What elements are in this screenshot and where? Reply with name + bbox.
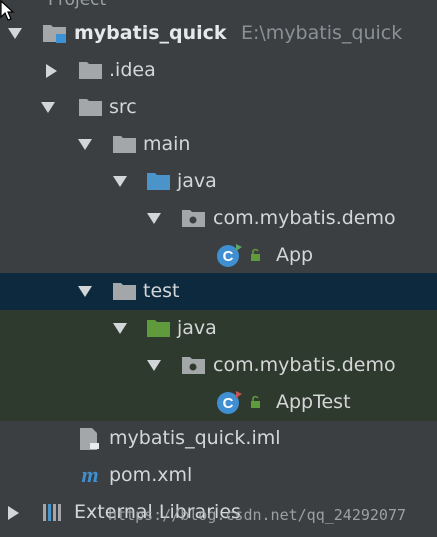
tree-row-iml[interactable]: mybatis_quick.iml bbox=[0, 420, 437, 457]
folder-icon bbox=[113, 136, 136, 153]
tree-label-root: mybatis_quick bbox=[74, 22, 227, 44]
tree-label-idea: .idea bbox=[109, 59, 156, 81]
tree-row-main-package[interactable]: com.mybatis.demo bbox=[0, 200, 437, 237]
tree-row-app[interactable]: C App bbox=[0, 237, 437, 274]
expand-arrow-icon[interactable] bbox=[8, 28, 22, 39]
watermark-text: https://blog.csdn.net/qq_24292077 bbox=[108, 506, 407, 524]
module-icon bbox=[43, 25, 66, 43]
tree-row-root[interactable]: mybatis_quick E:\mybatis_quick bbox=[0, 15, 437, 52]
tree-row-idea[interactable]: .idea bbox=[0, 52, 437, 89]
source-root-icon bbox=[147, 173, 170, 190]
project-tool-window: Project mybatis_quick E:\mybatis_quick .… bbox=[0, 0, 437, 537]
tree-row-main[interactable]: main bbox=[0, 126, 437, 163]
tree-label-main: main bbox=[143, 133, 191, 155]
tree-row-test-package[interactable]: com.mybatis.demo bbox=[0, 347, 437, 384]
expand-arrow-icon[interactable] bbox=[78, 286, 92, 297]
tree-label-main-java: java bbox=[177, 170, 217, 192]
folder-icon bbox=[79, 99, 102, 116]
maven-icon: m bbox=[81, 463, 98, 487]
tree-row-test-java[interactable]: java bbox=[0, 310, 437, 347]
tree-label-src: src bbox=[109, 96, 137, 118]
folder-icon bbox=[79, 62, 102, 79]
java-class-icon: C bbox=[217, 391, 242, 414]
tree-label-apptest: AppTest bbox=[276, 391, 351, 413]
access-modifier-icon bbox=[251, 395, 260, 408]
svg-text:C: C bbox=[223, 395, 234, 412]
collapse-arrow-icon[interactable] bbox=[8, 506, 19, 520]
access-modifier-icon bbox=[251, 248, 260, 261]
tree-row-apptest[interactable]: C AppTest bbox=[0, 384, 437, 421]
tree-label-test-package: com.mybatis.demo bbox=[213, 354, 396, 376]
tree-row-src[interactable]: src bbox=[0, 89, 437, 126]
expand-arrow-icon[interactable] bbox=[147, 360, 161, 371]
expand-arrow-icon[interactable] bbox=[78, 139, 92, 150]
tree-label-test-java: java bbox=[177, 317, 217, 339]
svg-text:m: m bbox=[81, 463, 98, 487]
collapse-arrow-icon[interactable] bbox=[46, 64, 57, 78]
svg-text:C: C bbox=[223, 248, 234, 265]
tree-row-pom[interactable]: m pom.xml bbox=[0, 457, 437, 494]
tree-label-test: test bbox=[143, 280, 180, 302]
tree-label-iml: mybatis_quick.iml bbox=[109, 427, 281, 449]
tree-row-main-java[interactable]: java bbox=[0, 163, 437, 200]
tree-label-app: App bbox=[276, 244, 314, 266]
java-class-icon: C bbox=[217, 244, 242, 267]
expand-arrow-icon[interactable] bbox=[41, 102, 55, 113]
expand-arrow-icon[interactable] bbox=[113, 323, 127, 334]
package-icon bbox=[182, 357, 205, 374]
panel-title: Project bbox=[48, 0, 107, 10]
iml-file-icon bbox=[80, 428, 99, 450]
tree-label-pom: pom.xml bbox=[109, 464, 193, 486]
test-root-icon bbox=[147, 320, 170, 337]
package-icon bbox=[182, 210, 205, 227]
folder-icon bbox=[113, 283, 136, 300]
libraries-icon bbox=[43, 504, 61, 521]
expand-arrow-icon[interactable] bbox=[113, 176, 127, 187]
tree-label-main-package: com.mybatis.demo bbox=[213, 207, 396, 229]
project-panel-header: Project bbox=[0, 0, 437, 10]
module-path: E:\mybatis_quick bbox=[241, 22, 403, 44]
tree-row-test[interactable]: test bbox=[0, 273, 437, 310]
expand-arrow-icon[interactable] bbox=[147, 213, 161, 224]
